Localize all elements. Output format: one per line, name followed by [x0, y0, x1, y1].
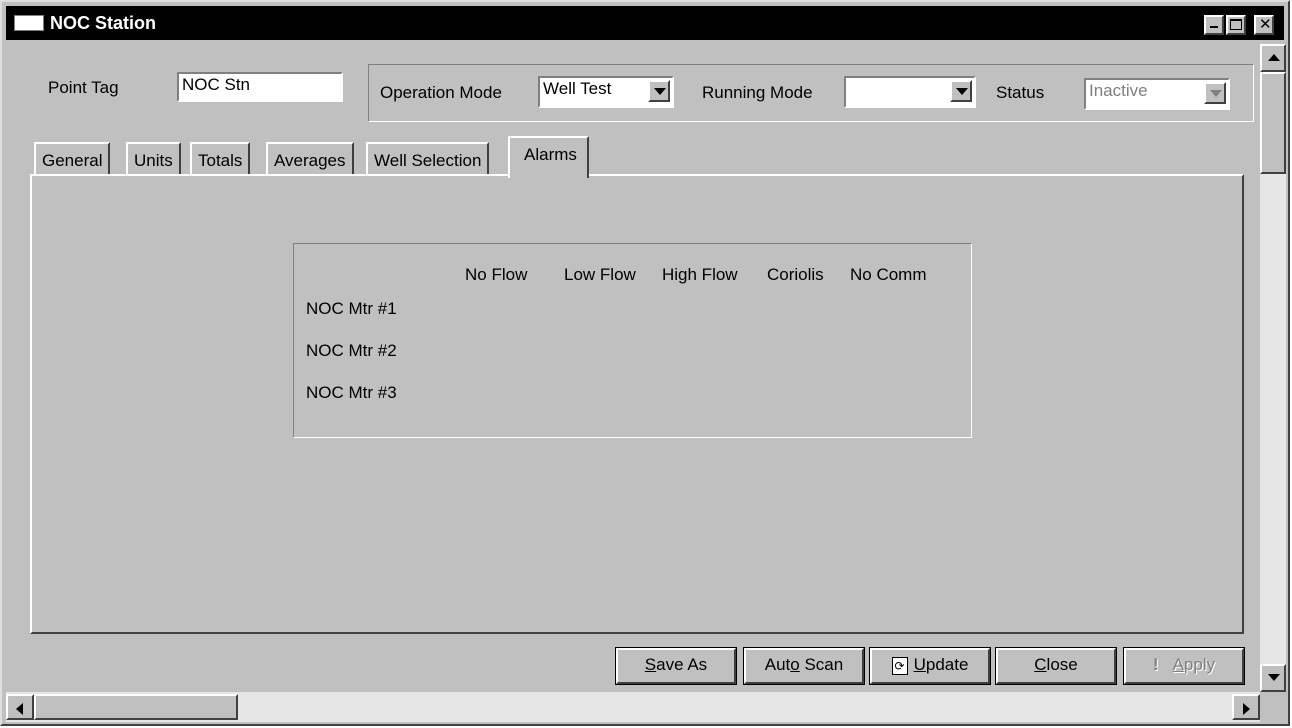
- update-label-b: pdate: [925, 655, 969, 674]
- auto-scan-button[interactable]: Auto Scan: [743, 647, 865, 685]
- tab-general-label: General: [42, 151, 103, 170]
- vertical-scrollbar[interactable]: [1260, 44, 1286, 692]
- maximize-icon: [1230, 19, 1242, 30]
- row-label: NOC Mtr #1: [306, 299, 397, 318]
- horizontal-scroll-thumb[interactable]: [34, 694, 238, 720]
- operation-mode-select[interactable]: Well Test: [538, 76, 674, 108]
- scroll-down-button[interactable]: [1260, 664, 1286, 692]
- scrollbar-corner: [1260, 692, 1286, 722]
- column-header: No Comm: [850, 265, 927, 284]
- apply-mnemonic: A: [1172, 655, 1184, 674]
- title-bar[interactable]: NOC Station ✕: [6, 6, 1284, 40]
- chevron-down-icon[interactable]: [648, 80, 670, 102]
- vertical-scroll-thumb[interactable]: [1260, 72, 1286, 174]
- close-label-b: lose: [1046, 655, 1078, 674]
- point-tag-label: Point Tag: [48, 78, 119, 97]
- update-button[interactable]: ⟳ Update: [869, 647, 991, 685]
- tab-alarms[interactable]: Alarms: [508, 136, 589, 178]
- column-header: High Flow: [662, 265, 738, 284]
- auto-scan-mnemonic: o: [790, 655, 800, 674]
- auto-scan-label-b: Scan: [799, 655, 844, 674]
- chevron-down-icon: [1204, 82, 1226, 104]
- status-select: Inactive: [1084, 78, 1230, 110]
- close-mnemonic: C: [1034, 655, 1047, 674]
- window-icon: [14, 15, 44, 31]
- column-header: Low Flow: [564, 265, 636, 284]
- scroll-right-button[interactable]: [1232, 694, 1260, 720]
- minimize-icon: [1210, 26, 1218, 28]
- tab-well-selection-label: Well Selection: [374, 151, 482, 170]
- running-mode-select[interactable]: [844, 76, 976, 108]
- save-as-label-b: ave As: [656, 655, 708, 674]
- chevron-down-icon[interactable]: [950, 80, 972, 102]
- apply-label-b: pply: [1183, 655, 1216, 674]
- running-mode-label: Running Mode: [702, 83, 813, 102]
- tab-units-label: Units: [134, 151, 173, 170]
- minimize-button[interactable]: [1204, 15, 1224, 35]
- operation-mode-label: Operation Mode: [380, 83, 502, 102]
- point-tag-value: NOC Stn: [182, 75, 251, 94]
- row-label: NOC Mtr #2: [306, 341, 397, 360]
- point-tag-input[interactable]: NOC Stn: [177, 72, 343, 102]
- close-icon: ✕: [1259, 16, 1272, 33]
- scroll-up-button[interactable]: [1260, 44, 1286, 72]
- save-as-button[interactable]: Save As: [615, 647, 737, 685]
- update-mnemonic: U: [913, 655, 926, 674]
- column-header: Coriolis: [767, 265, 824, 284]
- tab-averages[interactable]: Averages: [266, 142, 354, 176]
- tab-alarms-label: Alarms: [524, 145, 577, 164]
- column-header: No Flow: [465, 265, 528, 284]
- operation-mode-value: Well Test: [543, 79, 612, 98]
- tab-totals-label: Totals: [198, 151, 243, 170]
- maximize-button[interactable]: [1226, 15, 1246, 35]
- exclamation-icon: !: [1152, 655, 1159, 674]
- status-value: Inactive: [1089, 81, 1148, 100]
- row-label: NOC Mtr #3: [306, 383, 397, 402]
- save-as-mnemonic: S: [644, 655, 657, 674]
- tab-units[interactable]: Units: [126, 142, 181, 176]
- status-label: Status: [996, 83, 1045, 102]
- window-title: NOC Station: [50, 13, 156, 33]
- tab-general[interactable]: General: [34, 142, 111, 176]
- apply-button: ! Apply: [1123, 647, 1245, 685]
- refresh-icon: ⟳: [891, 656, 908, 675]
- tab-totals[interactable]: Totals: [190, 142, 251, 176]
- tab-averages-label: Averages: [274, 151, 346, 170]
- close-button[interactable]: Close: [995, 647, 1117, 685]
- close-window-button[interactable]: ✕: [1254, 15, 1274, 35]
- tab-well-selection[interactable]: Well Selection: [366, 142, 490, 176]
- noc-station-window: NOC Station ✕ Point Tag NOC Stn Operatio…: [0, 0, 1290, 726]
- auto-scan-label-a: Aut: [764, 655, 791, 674]
- scroll-left-button[interactable]: [6, 694, 34, 720]
- horizontal-scrollbar[interactable]: [6, 692, 1260, 722]
